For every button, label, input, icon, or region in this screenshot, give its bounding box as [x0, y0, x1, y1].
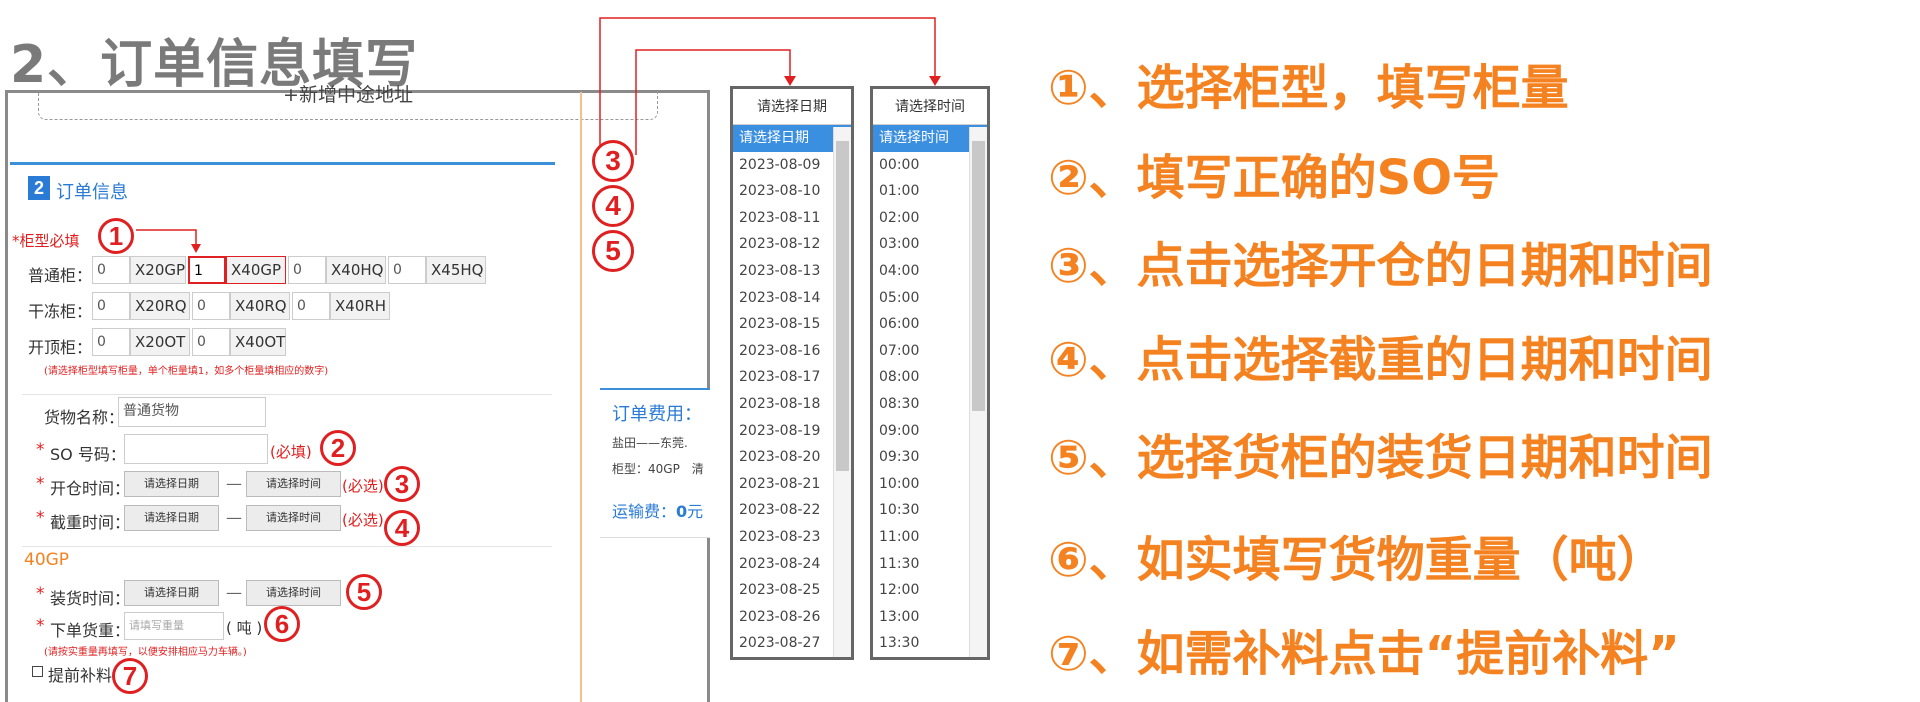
goods-name-input[interactable]: 普通货物	[118, 397, 266, 427]
section-divider	[10, 162, 555, 165]
cutoff-optional-note: (必选)	[342, 511, 384, 529]
qty-x20gp-input[interactable]: 0	[92, 256, 130, 284]
weight-input[interactable]: 请填写重量	[124, 612, 224, 640]
normal-container-label: 普通柜：	[28, 266, 93, 285]
so-required-note: (必填)	[270, 443, 312, 461]
time-scroll-thumb[interactable]	[972, 141, 985, 411]
instruction-7: ⑦、如需补料点击“提前补料”	[1048, 626, 1680, 682]
instruction-1: ①、选择柜型，填写柜量	[1048, 60, 1569, 116]
code-x40hq: X40HQ	[326, 256, 386, 284]
marker-3: 3	[384, 466, 420, 502]
code-x20gp: X20GP	[130, 256, 186, 284]
date-scroll-thumb[interactable]	[836, 141, 849, 471]
section-title: 订单信息	[56, 182, 128, 203]
row-divider	[22, 394, 552, 395]
instruction-3: ③、点击选择开仓的日期和时间	[1048, 238, 1713, 294]
qty-x20ot-input[interactable]: 0	[92, 328, 130, 356]
add-waypoint-button[interactable]: +新增中途地址	[38, 86, 658, 120]
code-x20rq: X20RQ	[130, 292, 190, 320]
weight-label: 下单货重：	[50, 621, 131, 640]
open-time-select[interactable]: 请选择时间	[246, 471, 341, 497]
weight-unit: ( 吨 )	[226, 619, 263, 637]
open-time-label: 开仓时间：	[50, 479, 131, 498]
date-dropdown-header[interactable]: 请选择日期	[733, 89, 851, 125]
fee-title: 订单费用：	[612, 404, 702, 425]
code-x40rh: X40RH	[330, 292, 390, 320]
qty-x40rq-input[interactable]: 0	[192, 292, 230, 320]
so-number-input[interactable]	[124, 434, 268, 464]
instruction-5: ⑤、选择货柜的装货日期和时间	[1048, 430, 1713, 486]
freight-label-text: 运输费：	[612, 502, 677, 521]
open-required-star: *	[36, 474, 45, 494]
marker-4: 4	[384, 510, 420, 546]
weight-hint: (请按实重量再填写，以便安排相应马力车辆。)	[44, 647, 247, 658]
goods-name-label: 货物名称：	[44, 408, 125, 427]
qty-x40gp-input[interactable]: 1	[188, 256, 226, 284]
advance-checkbox[interactable]	[32, 666, 43, 677]
code-x40rq: X40RQ	[230, 292, 290, 320]
time-dropdown-header[interactable]: 请选择时间	[873, 89, 987, 125]
instruction-2: ②、填写正确的SO号	[1048, 150, 1501, 206]
date-scrollbar[interactable]	[833, 127, 851, 657]
dropdown-marker-3: 3	[592, 140, 634, 182]
freight-unit: 元	[687, 502, 704, 521]
qty-x45hq-input[interactable]: 0	[388, 256, 426, 284]
so-label: SO 号码：	[50, 445, 126, 464]
fee-container-type: 柜型：40GP 清	[612, 462, 704, 476]
container-hint: (请选择柜型填写柜量，单个柜量填1，如多个柜量填相应的数字)	[44, 366, 329, 377]
time-dropdown[interactable]: 请选择时间 请选择时间 00:00 01:00 02:00 03:00 04:00 05:0…	[870, 86, 990, 660]
cutoff-time-label: 截重时间：	[50, 513, 131, 532]
date-dropdown[interactable]: 请选择日期 请选择日期 2023-08-09 2023-08-10 2023-08-1…	[730, 86, 854, 660]
code-x45hq: X45HQ	[426, 256, 486, 284]
freight-value: 0	[676, 502, 688, 521]
freight-label: 运输费：0元	[612, 498, 703, 522]
qty-x40ot-input[interactable]: 0	[192, 328, 230, 356]
so-required-star: *	[36, 440, 45, 460]
code-x40gp: X40GP	[226, 256, 286, 284]
section-number-icon: 2	[28, 176, 50, 200]
code-x20ot: X20OT	[130, 328, 190, 356]
cutoff-required-star: *	[36, 508, 45, 528]
open-optional-note: (必选)	[342, 477, 384, 495]
opentop-container-label: 开顶柜：	[28, 338, 93, 357]
marker-7: 7	[112, 658, 148, 694]
loading-time-select[interactable]: 请选择时间	[246, 580, 341, 606]
marker-6: 6	[264, 606, 300, 642]
qty-x40rh-input[interactable]: 0	[292, 292, 330, 320]
qty-x40hq-input[interactable]: 0	[288, 256, 326, 284]
dropdown-marker-4: 4	[592, 185, 634, 227]
range-dash: —	[226, 583, 242, 602]
arrow-1	[136, 229, 201, 253]
row-divider	[22, 546, 552, 547]
marker-1: 1	[98, 218, 134, 254]
code-x40ot: X40OT	[230, 328, 286, 356]
open-date-select[interactable]: 请选择日期	[124, 471, 219, 497]
instruction-4: ④、点击选择截重的日期和时间	[1048, 332, 1713, 388]
range-dash: —	[226, 508, 242, 527]
loading-required-star: *	[36, 584, 45, 604]
loading-time-label: 装货时间：	[50, 589, 131, 608]
instruction-6: ⑥、如实填写货物重量（吨）	[1048, 532, 1665, 588]
advance-label: 提前补料	[48, 666, 113, 685]
marker-2: 2	[320, 430, 356, 466]
time-scrollbar[interactable]	[969, 127, 987, 657]
dropdown-marker-5: 5	[592, 230, 634, 272]
weight-required-star: *	[36, 616, 45, 636]
container-required-label: *柜型必填	[12, 232, 80, 250]
panel-divider	[580, 92, 582, 702]
fee-route: 盐田——东莞.	[612, 436, 688, 450]
range-dash: —	[226, 474, 242, 493]
reefer-container-label: 干冻柜：	[28, 302, 93, 321]
marker-5: 5	[346, 574, 382, 610]
container-type-heading: 40GP	[24, 550, 70, 570]
qty-x20rq-input[interactable]: 0	[92, 292, 130, 320]
loading-date-select[interactable]: 请选择日期	[124, 580, 219, 606]
cutoff-date-select[interactable]: 请选择日期	[124, 505, 219, 531]
cutoff-time-select[interactable]: 请选择时间	[246, 505, 341, 531]
